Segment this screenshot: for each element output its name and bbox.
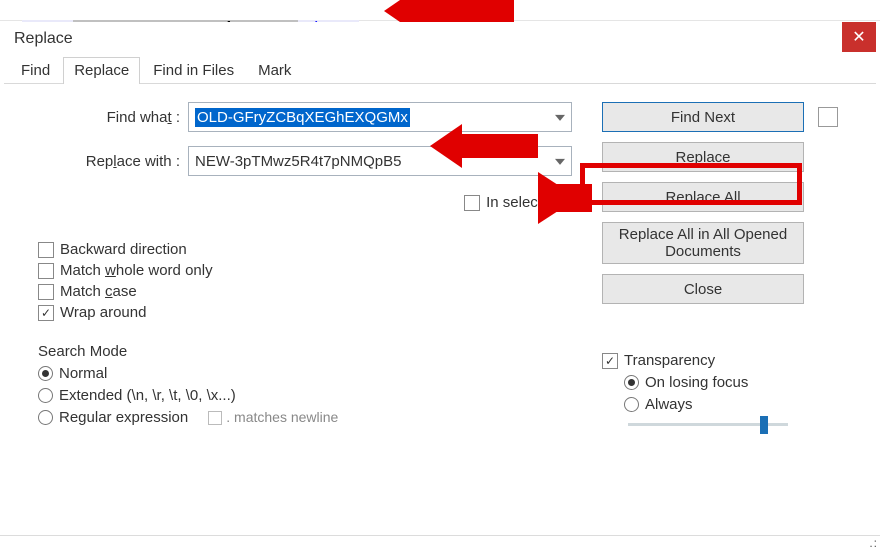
tab-find[interactable]: Find [10,57,61,84]
backward-direction-checkbox[interactable]: Backward direction [38,241,582,258]
find-next-flyout[interactable] [818,107,838,127]
radio-icon [624,397,639,412]
dialog-body: Find what : OLD-GFryZCBqXEGhEXQGMx Repla… [4,84,876,441]
radio-icon [38,366,53,381]
transparency-group: Transparency On losing focus Always [602,348,846,426]
match-case-checkbox[interactable]: Match case [38,283,582,300]
tab-replace[interactable]: Replace [63,57,140,84]
checkbox-icon [602,353,618,369]
search-mode-normal[interactable]: Normal [38,365,378,382]
checkbox-icon [38,305,54,321]
search-mode-regex[interactable]: Regular expression . matches newline [38,409,378,426]
find-next-button[interactable]: Find Next [602,102,804,132]
wrap-around-checkbox[interactable]: Wrap around [38,304,582,321]
close-icon: ✕ [852,27,865,47]
transparency-checkbox[interactable]: Transparency [602,352,846,369]
radio-icon [38,410,53,425]
transparency-slider[interactable] [628,423,788,426]
chevron-down-icon [555,159,565,165]
button-column: Find Next Replace Replace All Replace Al… [602,102,846,431]
transparency-always[interactable]: Always [624,396,846,413]
search-mode-group: Search Mode Normal Extended (\n, \r, \t,… [38,343,378,431]
search-mode-label: Search Mode [38,343,378,360]
replace-all-button[interactable]: Replace All [602,182,804,212]
tab-strip: Find Replace Find in Files Mark [4,56,876,84]
replace-with-label: Replace with : [38,153,188,170]
find-what-value: OLD-GFryZCBqXEGhEXQGMx [195,108,410,127]
find-row: Find what : OLD-GFryZCBqXEGhEXQGMx [38,102,582,132]
replace-with-combo[interactable]: NEW-3pTMwz5R4t7pNMQpB5 [188,146,572,176]
dialog-titlebar: Replace ✕ [4,22,876,56]
slider-thumb[interactable] [760,416,768,434]
replace-button[interactable]: Replace [602,142,804,172]
tab-find-in-files[interactable]: Find in Files [142,57,245,84]
in-selection-checkbox[interactable]: In selection [464,194,562,211]
replace-all-open-docs-button[interactable]: Replace All in All Opened Documents [602,222,804,264]
whole-word-checkbox[interactable]: Match whole word only [38,262,582,279]
replace-row: Replace with : NEW-3pTMwz5R4t7pNMQpB5 [38,146,582,176]
checkbox-icon [38,242,54,258]
dialog-title: Replace [14,30,73,48]
search-mode-extended[interactable]: Extended (\n, \r, \t, \0, \x...) [38,387,378,404]
checkbox-icon [38,263,54,279]
checkbox-icon [38,284,54,300]
find-what-label: Find what : [38,109,188,126]
matches-newline-checkbox[interactable]: . matches newline [208,409,338,426]
transparency-on-losing-focus[interactable]: On losing focus [624,374,846,391]
footer-divider [0,535,880,536]
resize-grip: .: [869,536,878,550]
close-dialog-button[interactable]: Close [602,274,804,304]
radio-icon [38,388,53,403]
editor-line: <UID>OLD-GFryZCBqXEGhEXQGMx</UID> [0,0,880,20]
chevron-down-icon [555,115,565,121]
checkbox-icon [208,411,222,425]
tab-mark[interactable]: Mark [247,57,302,84]
close-button[interactable]: ✕ [842,22,876,52]
in-selection-label: In selection [486,194,562,211]
radio-icon [624,375,639,390]
find-what-combo[interactable]: OLD-GFryZCBqXEGhEXQGMx [188,102,572,132]
checkbox-icon [464,195,480,211]
replace-with-value: NEW-3pTMwz5R4t7pNMQpB5 [195,153,401,170]
replace-dialog: Replace ✕ Find Replace Find in Files Mar… [4,22,876,542]
